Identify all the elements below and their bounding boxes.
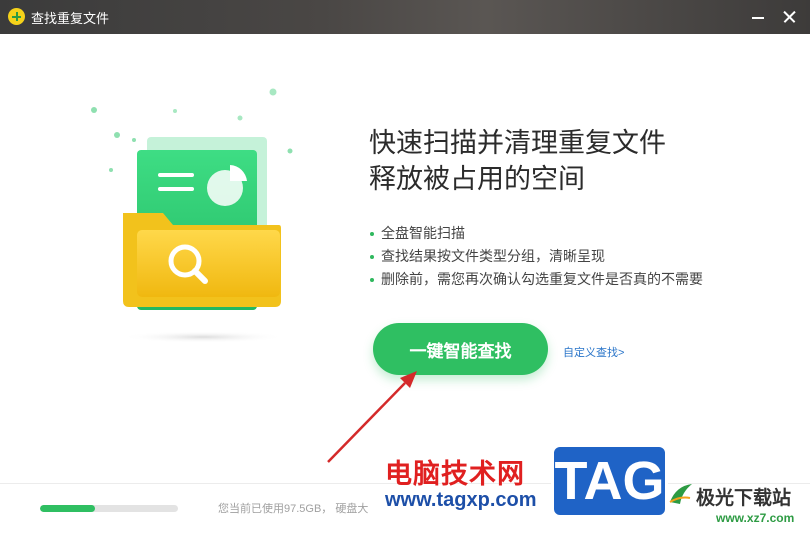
watermark-site-name: 电脑技术网 xyxy=(385,459,525,489)
title-bar: 查找重复文件 xyxy=(0,0,810,34)
watermark-brand-url: www.xz7.com xyxy=(716,511,795,525)
sparkle-dot xyxy=(114,132,120,138)
folder-search-illustration xyxy=(91,88,293,343)
app-logo-icon xyxy=(8,8,25,25)
window-title: 查找重复文件 xyxy=(31,11,110,26)
sparkle-dot xyxy=(173,109,177,113)
watermark-brand-logo-icon xyxy=(669,484,692,504)
folder-shadow xyxy=(121,331,285,343)
disk-usage-text: 您当前已使用97.5GB， 硬盘大 xyxy=(218,503,369,515)
close-button[interactable] xyxy=(776,4,804,30)
feature-item: 全盘智能扫描 xyxy=(369,222,703,245)
headline-line-2: 释放被占用的空间 xyxy=(369,164,585,194)
custom-search-link[interactable]: 自定义查找> xyxy=(563,344,624,360)
sparkle-dot xyxy=(269,88,277,96)
sparkle-dot xyxy=(109,168,113,172)
watermark-brand-name: 极光下载站 xyxy=(696,488,792,509)
sparkle-dot xyxy=(287,148,293,154)
headline: 快速扫描并清理重复文件 释放被占用的空间 xyxy=(369,125,666,197)
disk-usage-bar xyxy=(40,505,178,512)
sparkle-dot xyxy=(91,107,97,113)
headline-line-1: 快速扫描并清理重复文件 xyxy=(369,128,666,158)
disk-usage-fill xyxy=(40,505,96,512)
watermark-site-url: www.tagxp.com xyxy=(385,489,537,511)
feature-item: 删除前，需您再次确认勾选重复文件是否真的不需要 xyxy=(369,268,703,291)
sparkle-dot xyxy=(237,115,243,121)
document-line xyxy=(158,187,194,191)
folder-front xyxy=(137,230,280,297)
feature-item: 查找结果按文件类型分组，清晰呈现 xyxy=(369,245,703,268)
minimize-button[interactable] xyxy=(744,4,772,30)
document-line xyxy=(158,173,194,177)
watermark-tag-logo: TAG xyxy=(551,444,668,518)
sparkle-dot xyxy=(132,138,136,142)
feature-list: 全盘智能扫描 查找结果按文件类型分组，清晰呈现 删除前，需您再次确认勾选重复文件… xyxy=(369,222,703,291)
smart-scan-button[interactable]: 一键智能查找 xyxy=(373,323,548,375)
